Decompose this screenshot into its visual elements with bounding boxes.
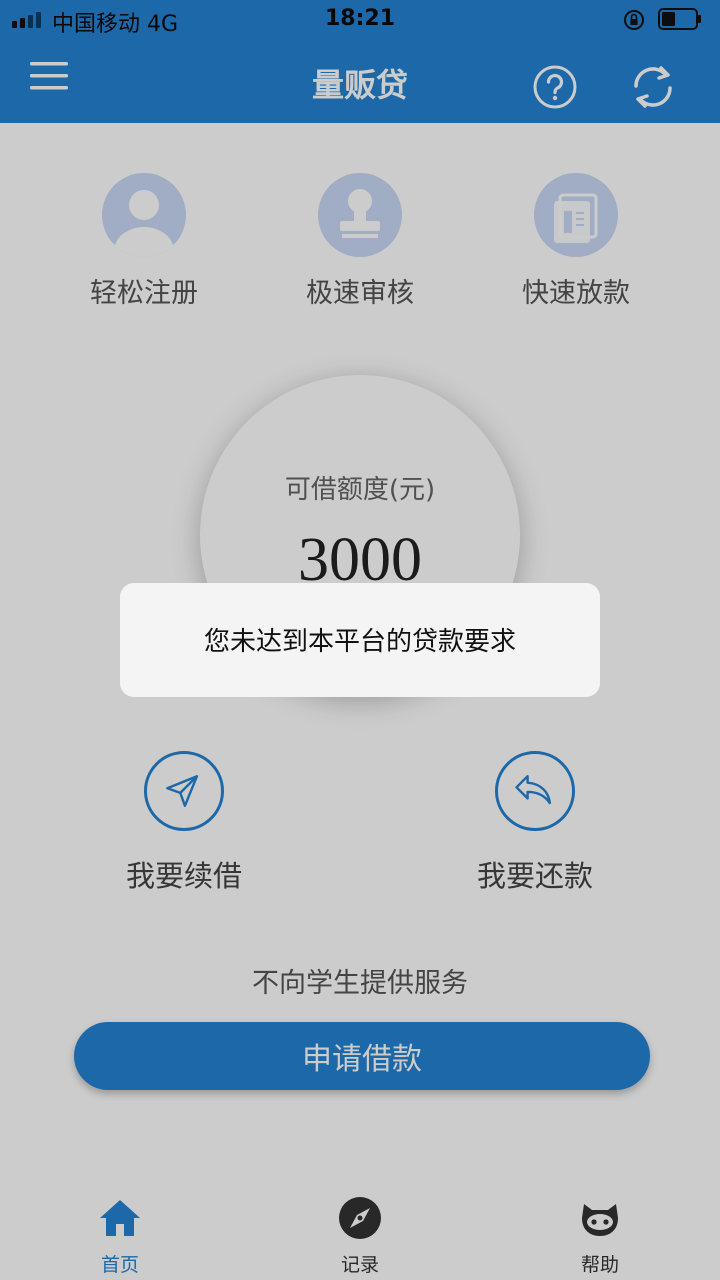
toast-message: 您未达到本平台的贷款要求 bbox=[203, 627, 516, 657]
toast-dialog: 您未达到本平台的贷款要求 bbox=[120, 583, 600, 697]
